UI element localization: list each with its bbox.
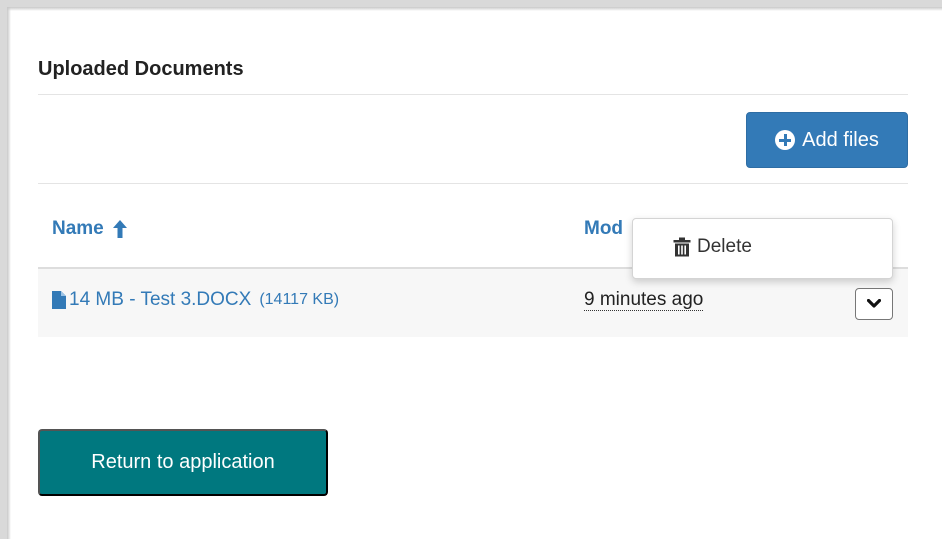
return-to-application-button[interactable]: Return to application bbox=[38, 429, 328, 496]
table-row: 14 MB - Test 3.DOCX (14117 KB) 9 minutes… bbox=[38, 269, 908, 337]
file-link[interactable]: 14 MB - Test 3.DOCX (14117 KB) bbox=[52, 289, 339, 311]
section-title: Uploaded Documents bbox=[38, 58, 244, 80]
delete-menu-item[interactable]: Delete bbox=[673, 236, 752, 258]
column-header-modified[interactable]: Mod bbox=[584, 218, 623, 240]
file-name: 14 MB - Test 3.DOCX bbox=[69, 289, 252, 310]
trash-icon bbox=[673, 237, 691, 257]
add-files-button[interactable]: Add files bbox=[746, 112, 908, 168]
column-header-name[interactable]: Name bbox=[52, 218, 128, 240]
modified-time: 9 minutes ago bbox=[584, 289, 704, 311]
delete-label: Delete bbox=[697, 236, 752, 257]
add-files-label: Add files bbox=[802, 128, 879, 151]
row-actions-toggle[interactable] bbox=[855, 288, 893, 320]
file-icon bbox=[52, 291, 66, 309]
plus-circle-icon bbox=[775, 130, 796, 150]
arrow-up-icon bbox=[112, 220, 127, 238]
column-header-name-label: Name bbox=[52, 218, 104, 239]
title-divider bbox=[38, 94, 908, 95]
file-size: (14117 KB) bbox=[259, 291, 340, 308]
toolbar-divider bbox=[38, 183, 908, 184]
row-actions-menu: Delete bbox=[632, 218, 893, 279]
chevron-down-icon bbox=[867, 299, 881, 308]
